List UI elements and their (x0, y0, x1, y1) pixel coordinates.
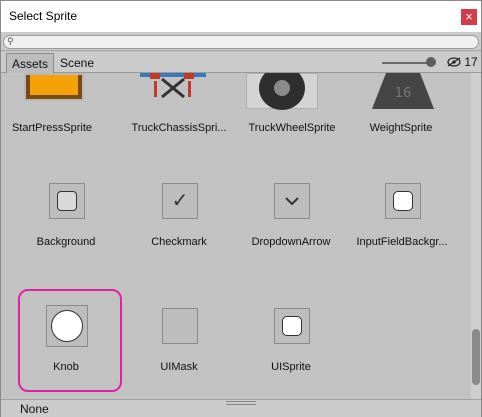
grid-item-label: Background (36, 236, 96, 248)
scrollbar-thumb[interactable] (472, 329, 480, 385)
circle-icon (51, 310, 83, 342)
select-sprite-window: Select Sprite × ⚲ Assets Scene 17 StartP… (0, 0, 482, 417)
grid-item[interactable]: StartPressSprite (2, 73, 102, 134)
grid-item-label: StartPressSprite (11, 122, 93, 134)
zoom-slider-handle[interactable] (426, 57, 436, 67)
grid-item[interactable]: ✓ Checkmark (129, 148, 229, 248)
grid-item-label: DropdownArrow (251, 236, 331, 248)
rounded-square-icon (282, 316, 302, 336)
selected-sprite-name: None (20, 402, 49, 416)
tab-assets-label: Assets (12, 57, 49, 71)
sprite-thumbnail (274, 183, 310, 219)
tab-scene[interactable]: Scene (55, 53, 99, 73)
grid-item[interactable]: TruckChassisSpri... (129, 73, 229, 134)
hidden-count: 17 (464, 55, 478, 69)
grid-item-label: Knob (53, 361, 79, 373)
grid-item[interactable]: Background (16, 148, 116, 248)
tab-assets[interactable]: Assets (6, 53, 55, 73)
sprite-thumbnail (385, 183, 421, 219)
grid-item-label: WeightSprite (369, 122, 433, 134)
rounded-square-icon (57, 191, 77, 211)
window-title: Select Sprite (9, 9, 78, 23)
grid-item-label: TruckWheelSprite (248, 122, 336, 134)
hidden-packages-toggle[interactable]: 17 (447, 55, 478, 69)
title-bar: Select Sprite × (1, 1, 481, 32)
close-icon: × (465, 9, 473, 24)
resize-grip[interactable] (226, 401, 256, 405)
grid-item[interactable]: TruckWheelSprite (242, 73, 342, 134)
rounded-square-icon (393, 191, 413, 211)
grid-item[interactable]: UIMask (129, 273, 229, 373)
zoom-slider-track[interactable] (382, 62, 430, 64)
sprite-thumbnail (49, 183, 85, 219)
grid-item[interactable]: InputFieldBackgr... (352, 148, 452, 248)
sprite-thumbnail (136, 73, 206, 101)
svg-text:16: 16 (395, 86, 412, 101)
search-bar: ⚲ (1, 32, 481, 51)
grid-item-label: UISprite (271, 361, 311, 373)
sprite-thumbnail (162, 308, 198, 344)
vertical-scrollbar[interactable] (471, 73, 481, 399)
grid-item[interactable]: UISprite (241, 273, 341, 373)
grid-item[interactable]: DropdownArrow (241, 148, 341, 248)
grid-item-label: UIMask (160, 361, 198, 373)
sprite-thumbnail: ✓ (162, 183, 198, 219)
eye-hidden-icon (447, 55, 464, 69)
sprite-thumbnail (24, 73, 84, 101)
sprite-thumbnail: 16 (368, 73, 438, 109)
sprite-grid: StartPressSprite TruckChassisSpri... Tru… (1, 73, 471, 399)
grid-item-label: InputFieldBackgr... (356, 236, 448, 248)
search-input[interactable]: ⚲ (3, 35, 479, 49)
tab-bar: Assets Scene 17 (1, 52, 481, 73)
tab-scene-label: Scene (60, 56, 95, 70)
sprite-thumbnail (274, 308, 310, 344)
sprite-thumbnail (46, 305, 88, 347)
grid-item-selected[interactable]: Knob (16, 273, 116, 373)
close-button[interactable]: × (461, 9, 477, 25)
grid-item-label: TruckChassisSpri... (131, 122, 227, 134)
grid-item[interactable]: 16 WeightSprite (351, 73, 451, 134)
chevron-down-icon (275, 184, 309, 218)
status-bar: None (1, 399, 481, 417)
search-icon: ⚲ (7, 36, 14, 46)
grid-item-label: Checkmark (151, 236, 207, 248)
checkmark-icon: ✓ (171, 190, 189, 212)
sprite-thumbnail (246, 73, 318, 110)
